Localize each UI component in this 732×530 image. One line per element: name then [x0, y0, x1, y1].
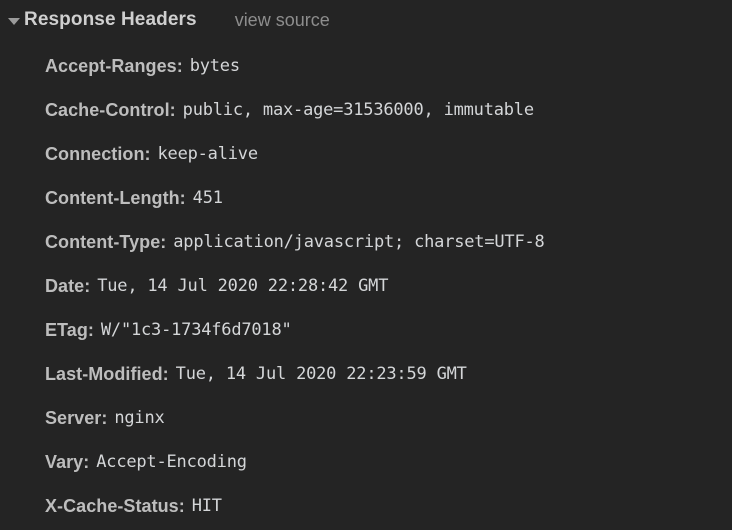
header-colon: :	[176, 55, 183, 76]
header-colon: :	[87, 319, 94, 340]
header-name: Content-Type	[45, 231, 161, 252]
header-value: nginx	[114, 408, 165, 428]
header-name: Last-Modified	[45, 363, 163, 384]
header-row[interactable]: Connection: keep-alive	[0, 132, 732, 176]
headers-list: Accept-Ranges: bytes Cache-Control: public,…	[0, 40, 732, 528]
response-headers-panel: Response Headers view source Accept-Rang…	[0, 0, 732, 530]
header-row[interactable]: Date: Tue, 14 Jul 2020 22:28:42 GMT	[0, 264, 732, 308]
section-title: Response Headers	[24, 9, 197, 30]
header-value: bytes	[189, 56, 240, 76]
header-colon: :	[179, 187, 186, 208]
header-name: Accept-Ranges	[45, 55, 177, 76]
header-name: X-Cache-Status	[45, 495, 179, 516]
header-value: Tue, 14 Jul 2020 22:23:59 GMT	[175, 364, 467, 384]
header-name: Connection	[45, 143, 145, 164]
header-row[interactable]: X-Cache-Status: HIT	[0, 484, 732, 528]
header-colon: :	[101, 407, 108, 428]
header-colon: :	[169, 99, 176, 120]
header-value: keep-alive	[157, 144, 259, 164]
header-colon: :	[178, 495, 185, 516]
header-name: Content-Length	[45, 187, 180, 208]
header-row[interactable]: Content-Length:451	[0, 176, 732, 220]
header-colon: :	[83, 451, 90, 472]
header-row[interactable]: Vary: Accept-Encoding	[0, 440, 732, 484]
header-value: application/javascript; charset=UTF-8	[173, 232, 545, 252]
header-row[interactable]: Last-Modified: Tue, 14 Jul 2020 22:23:59 …	[0, 352, 732, 396]
header-row[interactable]: Server: nginx	[0, 396, 732, 440]
header-value: 451	[192, 188, 223, 208]
header-name: Date	[45, 275, 85, 296]
header-name: Vary	[45, 451, 84, 472]
header-colon: :	[160, 231, 167, 252]
triangle-down-icon[interactable]	[7, 13, 21, 27]
header-name: ETag	[45, 319, 88, 340]
header-value: HIT	[191, 496, 222, 516]
header-row[interactable]: Accept-Ranges: bytes	[0, 44, 732, 88]
header-value: public, max-age=31536000, immutable	[182, 100, 534, 120]
header-colon: :	[84, 275, 91, 296]
header-value: Accept-Encoding	[96, 452, 247, 472]
header-value: W/"1c3-1734f6d7018"	[100, 320, 292, 340]
response-headers-section-header[interactable]: Response Headers view source	[0, 0, 732, 40]
header-colon: :	[162, 363, 169, 384]
header-name: Server	[45, 407, 102, 428]
header-name: Cache-Control	[45, 99, 170, 120]
header-row[interactable]: Content-Type: application/javascript; cha…	[0, 220, 732, 264]
header-colon: :	[144, 143, 151, 164]
view-source-link[interactable]: view source	[235, 10, 330, 31]
header-value: Tue, 14 Jul 2020 22:28:42 GMT	[97, 276, 389, 296]
header-row[interactable]: ETag: W/"1c3-1734f6d7018"	[0, 308, 732, 352]
header-row[interactable]: Cache-Control: public, max-age=31536000, …	[0, 88, 732, 132]
